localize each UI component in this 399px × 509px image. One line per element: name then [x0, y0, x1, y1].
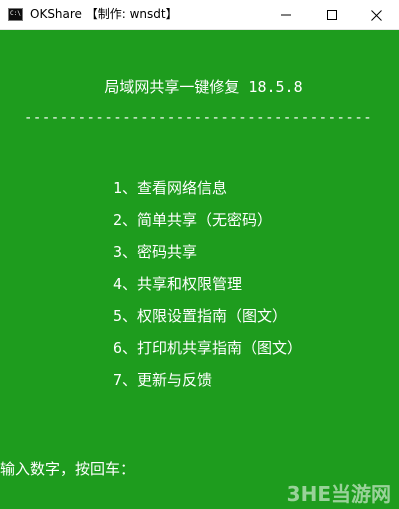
minimize-button[interactable] [263, 0, 309, 30]
menu-item-printer-share-guide[interactable]: 6、打印机共享指南（图文） [113, 332, 383, 364]
close-icon [370, 9, 382, 21]
console-window: C:\ OKShare 【制作: wnsdt】 局域网共享一键修复 18.5.8… [0, 0, 399, 509]
menu-item-share-permissions[interactable]: 4、共享和权限管理 [113, 268, 383, 300]
separator-line: ----------------------------------------… [24, 110, 374, 126]
maximize-icon [327, 10, 337, 20]
maximize-button[interactable] [309, 0, 355, 30]
site-watermark: 3HE当游网 [286, 482, 391, 506]
title-bar[interactable]: C:\ OKShare 【制作: wnsdt】 [0, 0, 399, 30]
menu-item-password-share[interactable]: 3、密码共享 [113, 236, 383, 268]
option-menu: 1、查看网络信息 2、简单共享（无密码） 3、密码共享 4、共享和权限管理 5、… [113, 172, 383, 396]
menu-item-update-feedback[interactable]: 7、更新与反馈 [113, 364, 383, 396]
console-area[interactable]: 局域网共享一键修复 18.5.8 -----------------------… [0, 30, 399, 509]
menu-item-permission-guide[interactable]: 5、权限设置指南（图文） [113, 300, 383, 332]
console-heading: 局域网共享一键修复 18.5.8 [104, 78, 303, 96]
close-button[interactable] [353, 0, 399, 30]
menu-item-view-network-info[interactable]: 1、查看网络信息 [113, 172, 383, 204]
minimize-icon [281, 14, 291, 16]
input-prompt[interactable]: 输入数字，按回车： [0, 460, 135, 478]
console-icon: C:\ [8, 8, 23, 21]
window-title: OKShare 【制作: wnsdt】 [30, 7, 178, 21]
menu-item-simple-share[interactable]: 2、简单共享（无密码） [113, 204, 383, 236]
